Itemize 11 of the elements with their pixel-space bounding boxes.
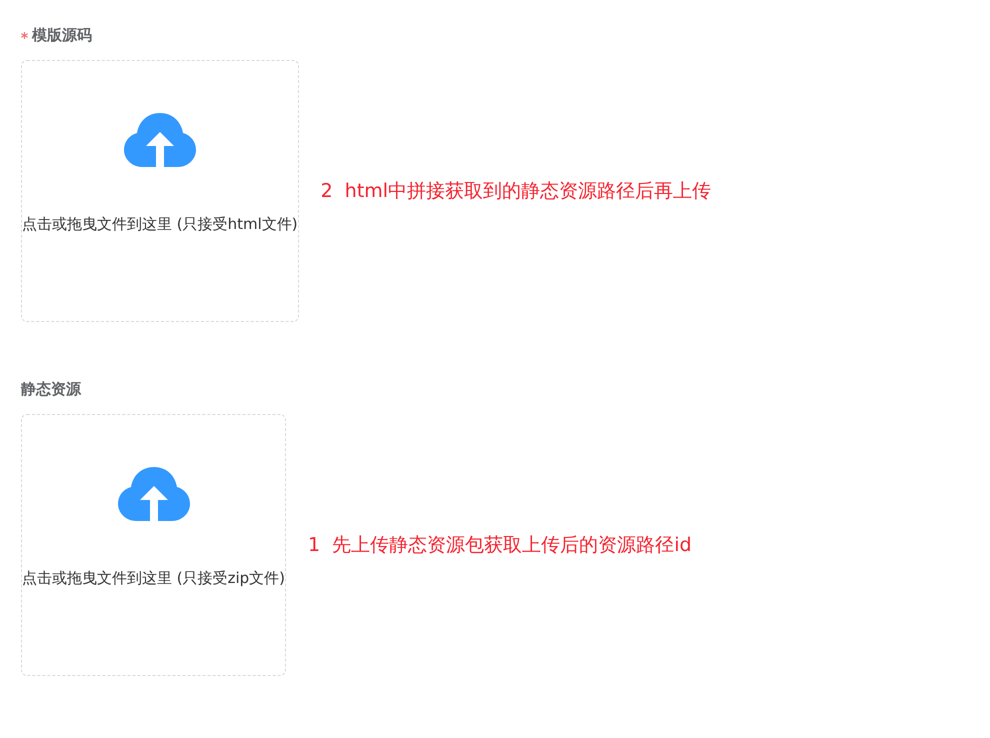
- field-label: 模版源码: [32, 26, 92, 44]
- required-icon: [21, 32, 28, 38]
- upload-dropzone[interactable]: 点击或拖曳文件到这里 (只接受html文件): [21, 60, 299, 322]
- upload-hint: 点击或拖曳文件到这里 (只接受html文件): [22, 215, 298, 234]
- cloud-upload-icon: [118, 467, 190, 521]
- annotation-note: 1 先上传静态资源包获取上传后的资源路径id: [308, 533, 692, 558]
- cloud-upload-icon: [124, 113, 196, 167]
- annotation-note: 2 html中拼接获取到的静态资源路径后再上传: [320, 179, 712, 204]
- field-label: 静态资源: [21, 380, 81, 398]
- upload-dropzone[interactable]: 点击或拖曳文件到这里 (只接受zip文件): [21, 414, 286, 676]
- upload-hint: 点击或拖曳文件到这里 (只接受zip文件): [22, 569, 286, 588]
